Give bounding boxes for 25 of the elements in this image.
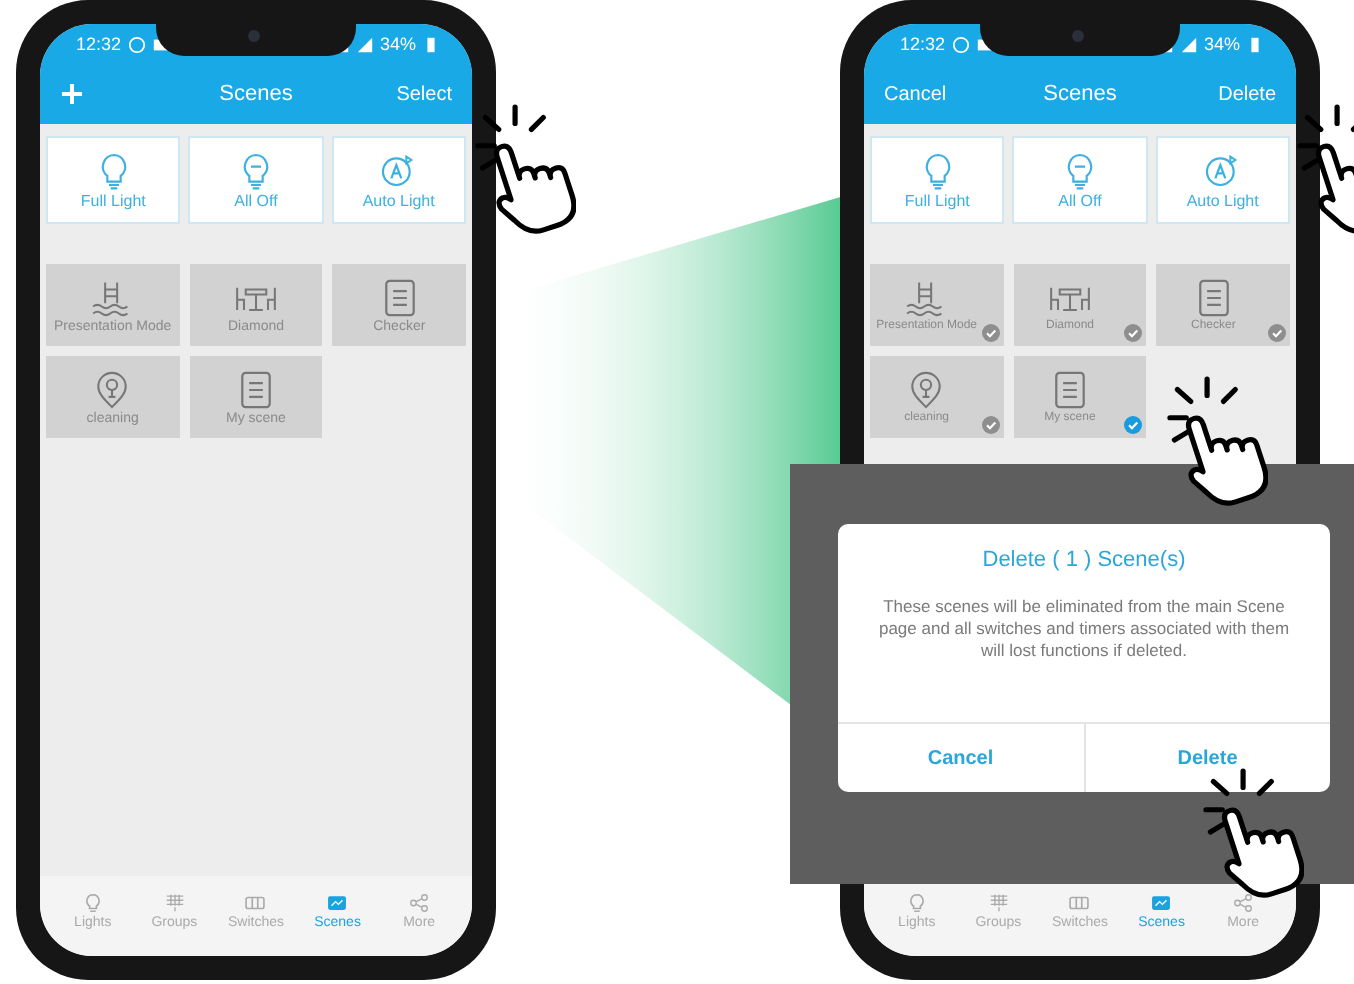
quick-scene-card[interactable]: All Off [1012, 136, 1148, 224]
quick-scene-label: All Off [1058, 192, 1102, 210]
quick-scene-label: All Off [234, 192, 278, 210]
quick-scene-card[interactable]: Full Light [870, 136, 1005, 224]
quick-scene-label: Full Light [80, 192, 146, 210]
quick-scene-card[interactable]: Auto Light [1155, 136, 1290, 224]
dialog-button[interactable]: Cancel [838, 724, 1083, 792]
battery-percent: 34% [379, 34, 416, 54]
status-time: 12:32 [900, 34, 946, 54]
battery-percent: 34% [1203, 34, 1240, 54]
dialog-message: These scenes will be eliminated from the main Scene page and all switches and timers associated with them will lost functions if deleted. [876, 596, 1292, 663]
quick-scene-card[interactable]: Auto Light [331, 136, 466, 224]
screen-title: Scenes [1043, 82, 1117, 106]
cancel-link[interactable]: Cancel [884, 83, 947, 105]
header-action[interactable]: Select [396, 83, 452, 105]
dialog-title: Delete ( 1 ) Scene(s) [980, 548, 1188, 572]
dialog-button[interactable]: Delete [1083, 724, 1330, 792]
header-action[interactable]: Delete [1218, 83, 1276, 105]
quick-scene-label: Auto Light [362, 192, 435, 210]
quick-scene-card[interactable]: All Off [188, 136, 324, 224]
quick-scene-label: Full Light [904, 192, 970, 210]
status-time: 12:32 [76, 34, 122, 54]
screen-title: Scenes [219, 82, 293, 106]
quick-scene-card[interactable]: Full Light [46, 136, 181, 224]
quick-scene-label: Auto Light [1186, 192, 1259, 210]
